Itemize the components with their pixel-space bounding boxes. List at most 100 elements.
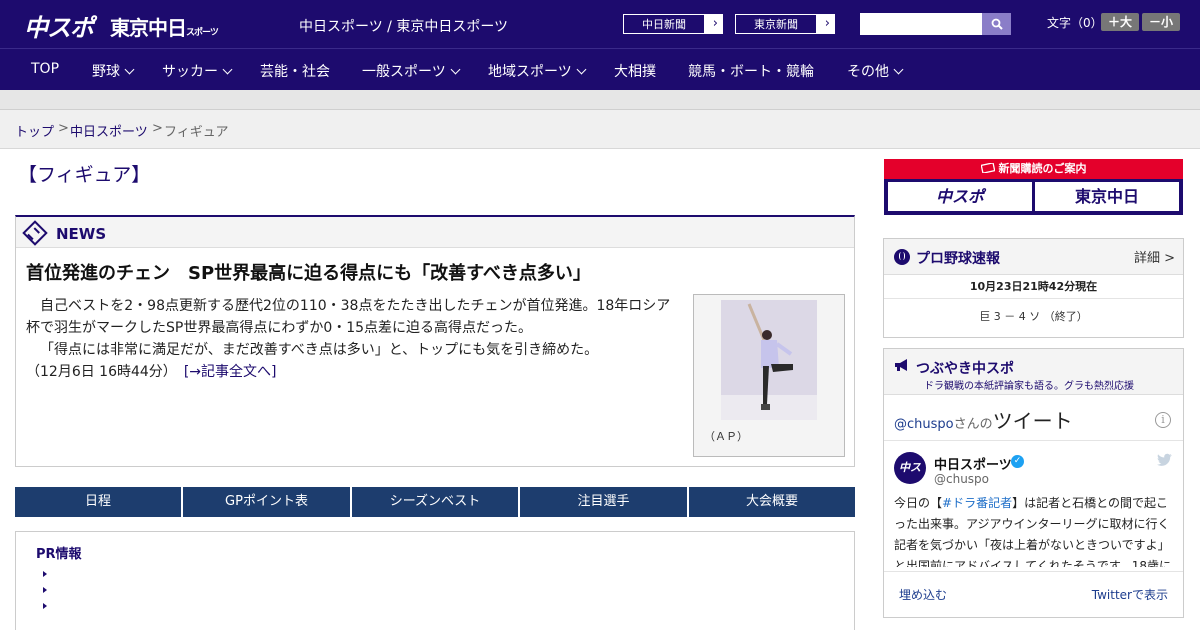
info-icon[interactable]: i — [1155, 412, 1171, 428]
tokyo-logo-small: スポーツ — [186, 28, 219, 38]
newspaper-icon — [980, 162, 995, 174]
tweet-text: 今日の【#ドラ番記者】は記者と石橋との間で起こった出来事。アジアウインターリーグ… — [894, 493, 1174, 567]
verified-badge-icon: ✓ — [1011, 455, 1024, 468]
chunichi-shimbun-link[interactable]: 中日新聞 › — [622, 13, 724, 35]
nav-baseball[interactable]: 野球 — [92, 61, 135, 81]
site-name: 中日スポーツ / 東京中日スポーツ — [299, 19, 509, 35]
news-meta: （12月6日 16時44分） [→記事全文へ] — [26, 361, 682, 383]
search-input[interactable] — [860, 13, 982, 35]
baseball-icon — [894, 249, 910, 265]
nav-label: 競馬・ボート・競輪 — [688, 64, 814, 80]
news-paragraph: 「得点には非常に満足だが、まだ改善すべき点は多い」と、トップにも気を引き締めた。 — [40, 342, 599, 358]
breadcrumb: トップ > 中日スポーツ > フィギュア — [0, 111, 1200, 149]
breadcrumb-section[interactable]: 中日スポーツ — [70, 121, 148, 140]
chevron-down-icon — [893, 64, 904, 75]
baseball-header: プロ野球速報 詳細 > — [884, 239, 1183, 275]
nav-top[interactable]: TOP — [31, 61, 59, 77]
news-timestamp: （12月6日 16時44分） — [26, 364, 170, 380]
nav-general-sports[interactable]: 一般スポーツ — [362, 61, 461, 81]
search-button[interactable] — [982, 13, 1011, 35]
news-headline[interactable]: 首位発進のチェン SP世界最高に迫る得点にも「改善すべき点多い」 — [26, 259, 591, 285]
nav-sumo[interactable]: 大相撲 — [614, 61, 656, 81]
nav-entertainment[interactable]: 芸能・社会 — [260, 61, 330, 81]
tab-season-best[interactable]: シーズンベスト — [352, 487, 518, 517]
baseball-updated: 10月23日21時42分現在 — [884, 275, 1183, 299]
tweet-hashtag[interactable]: #ドラ番記者 — [942, 496, 1012, 510]
figure-tabs: 日程 GPポイント表 シーズンベスト 注目選手 大会概要 — [15, 487, 855, 517]
nav-local-sports[interactable]: 地域スポーツ — [488, 61, 587, 81]
photo-caption: （ＡＰ） — [704, 430, 748, 443]
font-larger-button[interactable]: ＋大 — [1101, 13, 1139, 31]
tweets-heading: @chuspoさんのツイート — [894, 405, 1073, 434]
nav-label: 野球 — [92, 64, 120, 80]
news-photo[interactable]: （ＡＰ） — [693, 294, 845, 457]
nav-label: 地域スポーツ — [488, 64, 572, 80]
tab-schedule[interactable]: 日程 — [15, 487, 181, 517]
subscription-banner[interactable]: 新聞購読のご案内 中スポ 東京中日 — [884, 159, 1183, 215]
tokyo-shimbun-link[interactable]: 東京新聞 › — [734, 13, 836, 35]
main-nav: TOP 野球 サッカー 芸能・社会 一般スポーツ 地域スポーツ 大相撲 競馬・ボ… — [0, 48, 1200, 90]
view-on-twitter-link[interactable]: Twitterで表示 — [1092, 586, 1168, 603]
tweets-handle-suffix: さんの — [953, 417, 993, 432]
subscription-title-text: 新聞購読のご案内 — [998, 162, 1087, 175]
breadcrumb-top[interactable]: トップ — [15, 121, 54, 140]
embed-link[interactable]: 埋め込む — [899, 586, 947, 603]
nav-racing[interactable]: 競馬・ボート・競輪 — [688, 61, 814, 81]
tweets-handle-link[interactable]: @chuspo — [894, 417, 954, 432]
baseball-detail-link[interactable]: 詳細 > — [1134, 247, 1175, 266]
nav-label: 大相撲 — [614, 64, 656, 80]
chevron-right-icon: › — [712, 16, 718, 31]
avatar[interactable]: 中スポ — [894, 452, 926, 506]
account-name[interactable]: 中日スポーツ — [934, 454, 1012, 473]
twitter-footer: 埋め込む Twitterで表示 — [884, 571, 1183, 617]
nav-label: TOP — [31, 61, 60, 77]
account-handle[interactable]: @chuspo — [934, 472, 989, 486]
baseball-score[interactable]: 巨 3 － 4 ソ （終了） — [884, 299, 1183, 335]
chevron-down-icon — [576, 64, 587, 75]
tab-event-overview[interactable]: 大会概要 — [689, 487, 855, 517]
news-body: 自己ベストを2・98点更新する歴代2位の110・38点をたたき出したチェンが首位… — [26, 295, 682, 383]
font-smaller-button[interactable]: －小 — [1142, 13, 1180, 31]
skater-figure — [721, 300, 817, 420]
chevron-right-icon: › — [824, 16, 830, 31]
divider — [884, 440, 1183, 441]
breadcrumb-separator: > — [58, 121, 69, 136]
nav-label: 一般スポーツ — [362, 64, 446, 80]
twitter-card: つぶやき中スポ ドラ観戦の本紙評論家も語る。グラも熱烈応援 @chuspoさんの… — [883, 348, 1184, 618]
subscribe-chuspo-logo[interactable]: 中スポ — [888, 182, 1032, 211]
news-label: NEWS — [56, 225, 107, 243]
pr-bullet-icon — [43, 603, 47, 609]
newspaper-icon — [22, 220, 48, 246]
baseball-scores-card: プロ野球速報 詳細 > 10月23日21時42分現在 巨 3 － 4 ソ （終了… — [883, 238, 1184, 338]
breadcrumb-separator: > — [152, 121, 163, 136]
nav-other[interactable]: その他 — [847, 61, 904, 81]
nav-label: サッカー — [162, 64, 218, 80]
pr-box: PR情報 — [15, 531, 855, 630]
pr-title: PR情報 — [36, 547, 82, 562]
chevron-down-icon — [450, 64, 461, 75]
pr-bullet-icon — [43, 571, 47, 577]
twitter-header: つぶやき中スポ ドラ観戦の本紙評論家も語る。グラも熱烈応援 — [884, 349, 1183, 395]
tokyo-shimbun-label: 東京新聞 — [735, 14, 817, 34]
nav-label: その他 — [847, 64, 889, 80]
tab-featured-skaters[interactable]: 注目選手 — [520, 487, 687, 517]
tweet-text-pre: 今日の【 — [894, 496, 943, 510]
chuspo-logo[interactable]: 中スポ — [24, 8, 94, 43]
news-box: NEWS 首位発進のチェン SP世界最高に迫る得点にも「改善すべき点多い」 自己… — [15, 215, 855, 467]
read-more-link[interactable]: [→記事全文へ] — [184, 364, 277, 380]
baseball-title: プロ野球速報 — [916, 251, 1000, 267]
twitter-bird-icon[interactable] — [1155, 453, 1173, 467]
subscription-title: 新聞購読のご案内 — [884, 159, 1183, 179]
breadcrumb-current: フィギュア — [164, 125, 229, 140]
tokyo-chunichi-logo[interactable]: 東京中日スポーツ — [110, 12, 219, 41]
twitter-subtitle: ドラ観戦の本紙評論家も語る。グラも熱烈応援 — [924, 381, 1134, 392]
chevron-down-icon — [124, 64, 135, 75]
tweets-heading-text: ツイート — [992, 409, 1073, 433]
tab-gp-points[interactable]: GPポイント表 — [183, 487, 350, 517]
ad-strip — [0, 90, 1200, 110]
nav-soccer[interactable]: サッカー — [162, 61, 233, 81]
subscribe-tokyo-logo[interactable]: 東京中日 — [1035, 182, 1179, 211]
news-header: NEWS — [16, 217, 854, 248]
font-size-label: 文字（0） — [1047, 16, 1103, 30]
tokyo-logo-text: 東京中日 — [110, 16, 187, 40]
